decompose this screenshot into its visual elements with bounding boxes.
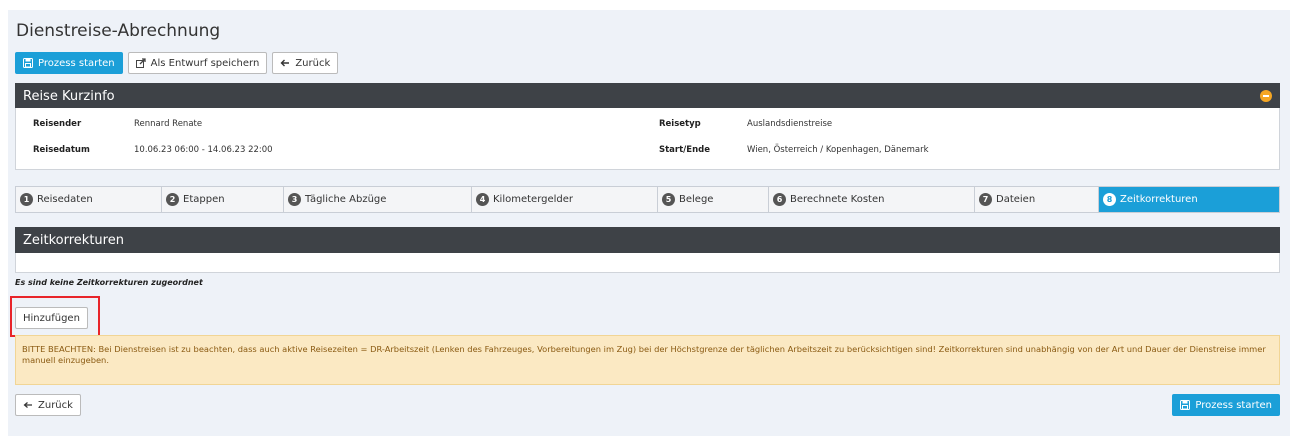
tab-label: Tägliche Abzüge [305, 194, 387, 205]
page-title: Dienstreise-Abrechnung [16, 21, 221, 41]
step-number: 5 [662, 193, 675, 206]
tab-label: Belege [679, 194, 714, 205]
step-number: 8 [1103, 193, 1116, 206]
tab-belege[interactable]: 5 Belege [658, 187, 769, 212]
arrow-left-icon [23, 402, 32, 408]
save-draft-label: Als Entwurf speichern [150, 57, 260, 69]
tab-label: Etappen [183, 194, 225, 205]
tab-label: Zeitkorrekturen [1120, 194, 1198, 205]
back-button-top[interactable]: Zurück [272, 52, 339, 74]
tab-kilometergelder[interactable]: 4 Kilometergelder [472, 187, 658, 212]
warning-note: BITTE BEACHTEN: Bei Dienstreisen ist zu … [15, 335, 1280, 385]
collapse-icon[interactable] [1260, 90, 1272, 102]
back-label-bottom: Zurück [38, 399, 73, 411]
tab-zeitkorrekturen[interactable]: 8 Zeitkorrekturen [1099, 187, 1279, 212]
zeitkorrekturen-body [15, 253, 1280, 273]
zeitkorrekturen-title: Zeitkorrekturen [23, 232, 124, 248]
step-number: 7 [979, 193, 992, 206]
tab-label: Reisedaten [37, 194, 93, 205]
info-label-date: Reisedatum [33, 145, 90, 155]
info-label-traveler: Reisender [33, 119, 82, 129]
tab-dateien[interactable]: 7 Dateien [975, 187, 1099, 212]
info-value-date: 10.06.23 06:00 - 14.06.23 22:00 [134, 145, 273, 155]
info-label-route: Start/Ende [659, 145, 710, 155]
info-panel-title: Reise Kurzinfo [23, 88, 115, 104]
tab-taegliche-abzuege[interactable]: 3 Tägliche Abzüge [284, 187, 472, 212]
step-number: 3 [288, 193, 301, 206]
start-process-label-bottom: Prozess starten [1195, 399, 1272, 411]
step-number: 2 [166, 193, 179, 206]
add-button[interactable]: Hinzufügen [15, 307, 88, 329]
start-process-button[interactable]: Prozess starten [15, 52, 123, 74]
back-label-top: Zurück [295, 57, 331, 69]
info-label-type: Reisetyp [659, 119, 701, 129]
info-panel-header: Reise Kurzinfo [15, 83, 1280, 109]
step-number: 6 [773, 193, 786, 206]
empty-message: Es sind keine Zeitkorrekturen zugeordnet [15, 278, 203, 287]
tab-etappen[interactable]: 2 Etappen [162, 187, 284, 212]
tab-berechnete-kosten[interactable]: 6 Berechnete Kosten [769, 187, 975, 212]
info-value-traveler: Rennard Renate [134, 119, 203, 129]
info-value-route: Wien, Österreich / Kopenhagen, Dänemark [747, 145, 929, 155]
step-number: 1 [20, 193, 33, 206]
tab-label: Berechnete Kosten [790, 194, 885, 205]
save-icon [23, 58, 33, 68]
start-process-label: Prozess starten [38, 57, 115, 69]
step-tabs: 1 Reisedaten 2 Etappen 3 Tägliche Abzüge… [15, 186, 1280, 213]
back-button-bottom[interactable]: Zurück [15, 394, 81, 416]
toolbar: Prozess starten Als Entwurf speichern Zu… [15, 52, 339, 74]
save-icon [1180, 400, 1191, 410]
info-panel-body: Reisender Rennard Renate Reisedatum 10.0… [15, 108, 1280, 170]
zeitkorrekturen-header: Zeitkorrekturen [15, 227, 1280, 253]
info-value-type: Auslandsdienstreise [747, 119, 833, 129]
tab-label: Kilometergelder [493, 194, 574, 205]
step-number: 4 [476, 193, 489, 206]
tab-label: Dateien [996, 194, 1036, 205]
start-process-button-bottom[interactable]: Prozess starten [1172, 394, 1280, 416]
page-container: Dienstreise-Abrechnung Prozess starten A… [8, 10, 1290, 436]
save-draft-button[interactable]: Als Entwurf speichern [127, 52, 268, 74]
tab-reisedaten[interactable]: 1 Reisedaten [16, 187, 162, 212]
arrow-left-icon [280, 59, 290, 67]
share-icon [135, 58, 146, 68]
